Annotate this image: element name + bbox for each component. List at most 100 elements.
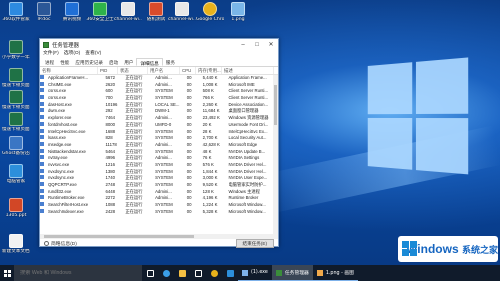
column-header-cpu[interactable]: CPU (180, 67, 196, 74)
maximize-icon[interactable]: □ (250, 42, 264, 48)
excel-icon (9, 90, 23, 104)
taskbar-search[interactable] (14, 265, 142, 281)
table-row[interactable]: csrss.exe 700 正在运行 SYSTEM 00 766 K Client Serv… (40, 95, 278, 102)
table-row[interactable]: nvvsvc.exe 1216 正在运行 SYSTEM 00 576 K NVIDIA Dr… (40, 161, 278, 169)
desktop-icon-360-software[interactable]: 360软件管家 (2, 2, 30, 22)
desktop-icon-google-chrome[interactable]: Google Chrome (196, 2, 224, 22)
desktop-icon-ghost[interactable]: Ghost备份还原 (2, 136, 30, 156)
start-button[interactable] (0, 265, 14, 281)
desktop-icon-random-test[interactable]: 随机测试 (142, 2, 170, 22)
table-row[interactable]: SearchFilterHost.exe 1088 正在运行 SYSTEM 00 1,22… (40, 202, 278, 209)
wallpaper-windows-logo (367, 57, 471, 176)
desktop-icon-channel-1[interactable]: channel-wi... (114, 2, 142, 22)
table-row[interactable]: ChsIME.exe 2620 正在运行 Admini... 00 1,008 K Micr… (40, 81, 278, 89)
tab-users[interactable]: 用户 (121, 58, 136, 66)
footer: 简略信息(D) 结束任务(E) (40, 239, 278, 248)
taskbar-item-task-manager[interactable]: 任务管理器 (271, 265, 313, 281)
process-description: Windows 主进程 (228, 188, 260, 194)
excel-icon (9, 68, 23, 82)
taskbar-item-exe[interactable]: (1).exe (238, 265, 272, 281)
table-row[interactable]: IntelCpHeciSvc.exe 1688 正在运行 SYSTEM 00 28 K In… (40, 128, 278, 136)
table-row[interactable]: nvtray.exe 4996 正在运行 Admini... 00 76 K NVIDIA … (40, 155, 278, 162)
desktop-icon-360-safe[interactable]: 360安全卫士 (86, 2, 114, 22)
table-row[interactable]: NisBackendstar.exe 5464 正在运行 SYSTEM 00 48 K NV… (40, 148, 278, 156)
pc-manager-button[interactable] (222, 265, 238, 281)
desktop-icon-slow-page-2[interactable]: 慢速卡顿页面2.xlsx (2, 90, 30, 110)
end-task-button[interactable]: 结束任务(E) (235, 239, 274, 248)
desktop-icon-slow-page-1[interactable]: 慢速卡顿页面1.xlsx (2, 68, 30, 88)
column-header-pid[interactable]: PID (98, 67, 118, 74)
chrome-icon (210, 269, 218, 277)
table-row[interactable]: nvxdsync.exe 1740 正在运行 SYSTEM 00 3,000 K NVIDI… (40, 175, 278, 182)
table-row[interactable]: msedge.exe 11178 正在运行 Admini... 00 42,628 K Mi… (40, 141, 278, 149)
tab-processes[interactable]: 进程 (42, 58, 57, 66)
process-description: Local Security Aut... (228, 135, 267, 141)
table-row[interactable]: dasHost.exe 10196 正在运行 LOCAL SE... 00 2,260 K… (40, 101, 278, 109)
tab-app-history[interactable]: 应用历史记录 (72, 58, 106, 66)
table-row[interactable]: nvxdsync.exe 1380 正在运行 SYSTEM 00 1,844 K NVIDI… (40, 168, 278, 176)
table-row[interactable]: dwm.exe 292 正在运行 DWM-1 00 11,684 K 桌面窗口管理器 (40, 108, 278, 115)
table-row[interactable]: SearchIndexer.exe 2428 正在运行 SYSTEM 00 5,328 K… (40, 208, 278, 216)
edge-button[interactable] (158, 265, 174, 281)
process-pid: 8000 (105, 121, 116, 127)
column-header-memory[interactable]: 内存(专用... (196, 67, 222, 74)
desktop-icon-1-png[interactable]: 1.png (224, 2, 252, 22)
table-row[interactable]: lsass.exe 828 正在运行 SYSTEM 00 2,700 K Local Sec… (40, 135, 278, 142)
tab-startup[interactable]: 启动 (106, 58, 121, 66)
table-row[interactable]: rundll32.exe 6448 正在运行 Admini... 00 128 K Wind… (40, 188, 278, 196)
table-row[interactable]: csrss.exe 600 正在运行 SYSTEM 00 508 K Client Serv… (40, 88, 278, 95)
column-header-name[interactable]: 名称 (40, 67, 98, 74)
desktop-icon-1305-ppt[interactable]: 1305.ppt (2, 198, 30, 218)
title-bar[interactable]: 任务管理器 – □ ✕ (40, 39, 278, 50)
column-header-status[interactable]: 状态 (118, 67, 148, 74)
process-cpu: 00 (186, 95, 192, 101)
fewer-details-button[interactable]: 简略信息(D) (44, 240, 77, 247)
desktop-icon-tencent-video[interactable]: 腾讯视频 (58, 2, 86, 22)
vertical-scrollbar[interactable] (273, 75, 278, 234)
process-status: 正在运行 (125, 182, 143, 187)
column-header-description[interactable]: 描述 (222, 67, 274, 74)
process-pid: 2748 (105, 182, 116, 187)
file-explorer-button[interactable] (174, 265, 190, 281)
process-name: nvtray.exe (47, 155, 68, 161)
chrome-button[interactable] (206, 265, 222, 281)
process-cpu: 00 (186, 161, 192, 167)
process-icon (40, 188, 44, 193)
desktop-icon-slow-page-3[interactable]: 慢速卡顿页面3.xlsx (2, 112, 30, 132)
process-icon (40, 175, 44, 180)
store-button[interactable] (190, 265, 206, 281)
table-row[interactable]: explorer.exe 7464 正在运行 Admini... 00 23,492 K W… (40, 115, 278, 122)
tab-details[interactable]: 详细信息 (136, 58, 163, 66)
table-row[interactable]: RuntimeBroker.exe 2272 正在运行 Admini... 00 4,19… (40, 195, 278, 202)
process-cpu: 00 (186, 208, 192, 214)
desktop-icon-ip-doc[interactable]: IP.doc (30, 2, 58, 22)
table-row[interactable]: QQPCRTP.exe 2748 正在运行 SYSTEM 00 9,520 K 电脑管家实时… (40, 182, 278, 189)
column-header-user[interactable]: 用户名 (148, 67, 180, 74)
tab-services[interactable]: 服务 (163, 58, 178, 66)
process-status: 正在运行 (125, 108, 143, 114)
menu-view[interactable]: 查看(V) (85, 50, 101, 58)
table-row[interactable]: ApplicationFrameH... 5672 正在运行 Admini... 00 5… (40, 75, 278, 82)
task-view-button[interactable] (142, 265, 158, 281)
menu-file[interactable]: 文件(F) (43, 50, 59, 58)
process-table: ApplicationFrameH... 5672 正在运行 Admini... 00 5… (40, 75, 278, 234)
process-user: SYSTEM (155, 148, 173, 154)
minimize-icon[interactable]: – (236, 42, 250, 48)
desktop-icon-channel-2[interactable]: channel-wi... (168, 2, 196, 22)
process-status: 正在运行 (125, 148, 143, 154)
process-icon (40, 101, 44, 106)
desktop-icon-new-text[interactable]: 新建文本文档.txt (2, 234, 30, 254)
tab-performance[interactable]: 性能 (57, 58, 72, 66)
process-name: SearchFilterHost.exe (47, 202, 89, 208)
horizontal-scrollbar[interactable] (40, 234, 278, 239)
process-icon (40, 128, 44, 133)
search-input[interactable] (20, 270, 130, 276)
desktop-icon-pc-manager[interactable]: 电脑管家 (2, 164, 30, 184)
table-row[interactable]: fontdrvhost.exe 8000 正在运行 UMFD-0 00 20 K Userm… (40, 121, 278, 129)
taskbar-item-paint[interactable]: 1.png - 画图 (312, 265, 358, 281)
close-icon[interactable]: ✕ (264, 41, 278, 48)
process-pid: 11178 (105, 141, 117, 147)
menu-options[interactable]: 选项(O) (64, 50, 81, 58)
process-name: IntelCpHeciSvc.exe (47, 128, 86, 134)
desktop-icon-math-xlsx[interactable]: 小学数学一年级上册.xlsx (2, 40, 30, 60)
